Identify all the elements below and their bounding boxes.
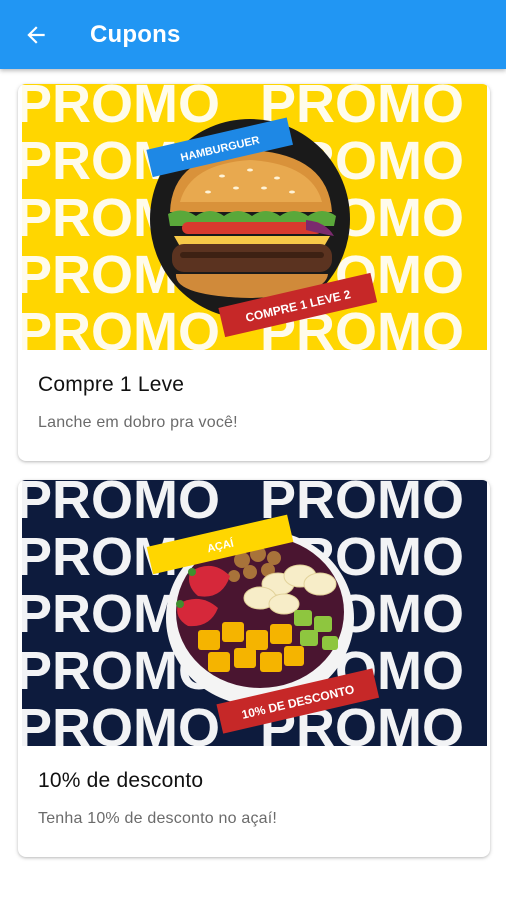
back-button[interactable] bbox=[18, 17, 54, 53]
promo-text: PROMO bbox=[22, 480, 220, 530]
page-title: Cupons bbox=[90, 20, 181, 48]
app-bar: Cupons bbox=[0, 0, 506, 69]
arrow-left-icon bbox=[27, 25, 45, 44]
coupon-subtitle: Lanche em dobro pra você! bbox=[38, 414, 238, 431]
coupon-title: Compre 1 Leve bbox=[38, 373, 185, 396]
coupon-banner-burger: PROMO PROMO PROMO PROMO PROMO PROMO PROM… bbox=[22, 84, 487, 350]
promo-text: PROMO bbox=[22, 698, 220, 746]
coupon-banner-acai: PROMO PROMO PROMO PROMO PROMO PROMO PROM… bbox=[22, 480, 487, 746]
promo-text: PROMO bbox=[22, 302, 220, 350]
promo-text: PROMO bbox=[260, 480, 464, 530]
promo-text: PROMO bbox=[22, 84, 220, 134]
coupon-card-acai[interactable]: PROMO PROMO PROMO PROMO PROMO PROMO PROM… bbox=[18, 480, 490, 857]
coupon-card-burger[interactable]: PROMO PROMO PROMO PROMO PROMO PROMO PROM… bbox=[18, 84, 490, 461]
promo-text: PROMO bbox=[260, 84, 464, 134]
coupon-subtitle: Tenha 10% de desconto no açaí! bbox=[38, 810, 278, 827]
coupon-title: 10% de desconto bbox=[38, 769, 204, 792]
